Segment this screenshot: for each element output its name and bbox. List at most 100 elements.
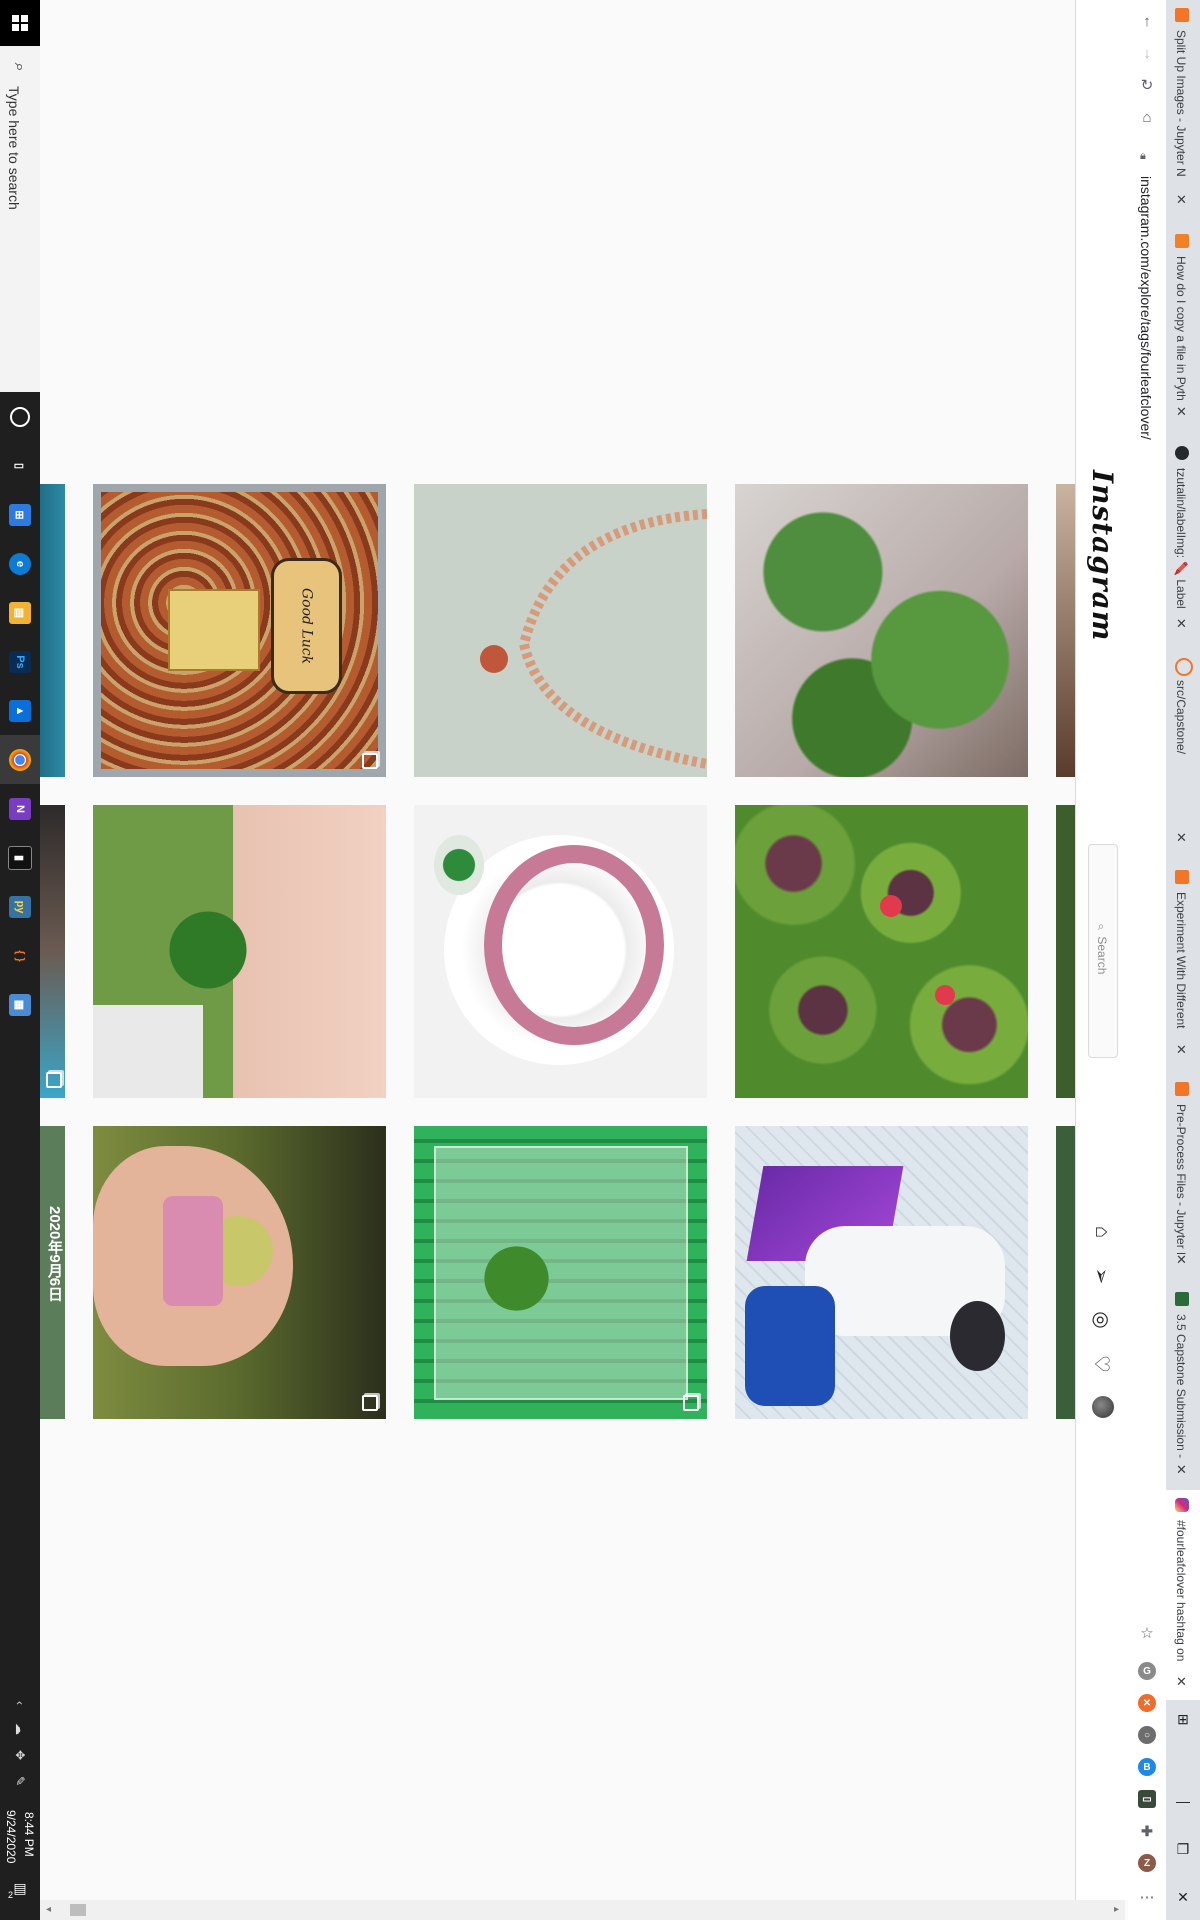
home-icon[interactable]: ⌂ bbox=[1088, 1218, 1116, 1246]
tab-title: How do I copy a file in Pyth bbox=[1174, 256, 1188, 401]
multiple-photos-icon bbox=[46, 1072, 62, 1088]
taskbar-app-4[interactable]: Ps bbox=[0, 637, 40, 686]
forward-arrow-icon[interactable]: ↓ bbox=[1136, 42, 1158, 64]
activity-heart-icon[interactable]: ♡ bbox=[1088, 1350, 1116, 1378]
taskbar-app-7[interactable]: N bbox=[0, 784, 40, 833]
extension-circle-icon[interactable]: ○ bbox=[1138, 1726, 1156, 1744]
post-clover-figurine[interactable] bbox=[93, 1126, 386, 1419]
close-tab-icon[interactable]: ✕ bbox=[1176, 1252, 1187, 1268]
minimize-window-icon[interactable]: — bbox=[1172, 1790, 1194, 1812]
taskbar-app-6[interactable]: ◉ bbox=[0, 735, 40, 784]
scrollbar-thumb[interactable] bbox=[70, 1904, 86, 1916]
tab-pre-process[interactable]: Pre-Process Files - Jupyter N ✕ bbox=[1166, 1074, 1200, 1270]
pen-icon[interactable]: ✎ bbox=[7, 1761, 33, 1801]
card-text: Good Luck bbox=[298, 587, 315, 665]
clover-photo bbox=[163, 905, 253, 995]
tab-copy-file-python[interactable]: How do I copy a file in Pyth ✕ bbox=[1166, 226, 1200, 422]
jupyter-favicon-icon bbox=[1175, 1082, 1189, 1096]
menu-dots-icon[interactable]: ⋯ bbox=[1136, 1886, 1158, 1908]
profile-avatar-icon[interactable]: Z bbox=[1138, 1854, 1156, 1872]
taskbar-app-5[interactable]: ▲ bbox=[0, 686, 40, 735]
close-window-icon[interactable]: ✕ bbox=[1172, 1886, 1194, 1908]
post-partial-right-3[interactable] bbox=[1056, 1126, 1075, 1419]
taskbar-app-11[interactable]: ▦ bbox=[0, 980, 40, 1029]
extension-x-icon[interactable]: ✕ bbox=[1138, 1694, 1156, 1712]
clover-patch-photo bbox=[735, 805, 1028, 1098]
instagram-search-input[interactable]: ⌕ Search bbox=[1088, 844, 1118, 1058]
tab-fourleafclover-active[interactable]: #fourleafclover hashtag on ✕ bbox=[1166, 1490, 1200, 1700]
post-partial-right-1[interactable] bbox=[1056, 484, 1075, 777]
direct-messages-icon[interactable]: ➢ bbox=[1088, 1262, 1116, 1290]
clover-charm-photo bbox=[434, 835, 484, 895]
taskbar-app-9[interactable]: py bbox=[0, 882, 40, 931]
taskbar-app-0[interactable]: ▯ bbox=[0, 441, 40, 490]
close-tab-icon[interactable]: ✕ bbox=[1176, 1042, 1187, 1058]
explore-compass-icon[interactable]: ◎ bbox=[1088, 1306, 1116, 1334]
system-tray: ‹ ☁ ✥ ✎ bbox=[0, 1690, 40, 1794]
home-icon[interactable]: ⌂ bbox=[1136, 106, 1158, 128]
multiple-photos-icon bbox=[362, 1395, 378, 1411]
address-bar[interactable]: instagram.com/explore/tags/fourleafclove… bbox=[1138, 176, 1154, 440]
close-tab-icon[interactable]: ✕ bbox=[1176, 404, 1187, 420]
tab-src-capstone[interactable]: src/Capstone/ ✕ bbox=[1166, 650, 1200, 846]
tab-experiment[interactable]: Experiment With Different ✕ bbox=[1166, 862, 1200, 1058]
lock-icon[interactable]: 🔒︎ bbox=[1140, 150, 1146, 163]
post-partial-left-2[interactable] bbox=[40, 805, 65, 1098]
taskbar-app-3[interactable]: ▤ bbox=[0, 588, 40, 637]
taskbar-pinned-apps: ▯ ⊞ e ▤ Ps ▲ ◉ N ▮ py { } ▦ bbox=[0, 392, 40, 1029]
post-partial-left-3[interactable]: 2020年9月6日 bbox=[40, 1126, 65, 1419]
tab-capstone-submission[interactable]: 3.5 Capstone Submission - ✕ bbox=[1166, 1284, 1200, 1480]
taskbar-app-8[interactable]: ▮ bbox=[0, 833, 40, 882]
post-clover-green-tray[interactable] bbox=[414, 1126, 707, 1419]
post-partial-left-1[interactable] bbox=[40, 484, 65, 777]
browser-chrome: ↑ ↓ ↻ ⌂ 🔒︎ instagram.com/explore/tags/fo… bbox=[1128, 0, 1200, 1920]
scroll-right-arrow-icon[interactable]: ▸ bbox=[1114, 1904, 1119, 1915]
post-rose-gold-bracelet[interactable] bbox=[414, 484, 707, 777]
extension-screen-icon[interactable]: ▭ bbox=[1138, 1790, 1156, 1808]
terminal-icon: ▮ bbox=[8, 845, 32, 870]
restore-window-icon[interactable]: ❐ bbox=[1172, 1838, 1194, 1860]
tab-split-up-images[interactable]: Split Up Images - Jupyter N ✕ bbox=[1166, 0, 1200, 212]
profile-avatar[interactable] bbox=[1092, 1396, 1114, 1418]
post-good-luck-card[interactable]: Good Luck bbox=[93, 484, 386, 777]
start-menu-button[interactable] bbox=[0, 0, 40, 46]
windows-logo-icon bbox=[12, 15, 28, 31]
instagram-logo[interactable]: Instagram bbox=[1086, 470, 1119, 641]
close-tab-icon[interactable]: ✕ bbox=[1176, 1674, 1187, 1690]
notification-icon: ▤ bbox=[13, 1880, 27, 1896]
scroll-left-arrow-icon[interactable]: ◂ bbox=[46, 1904, 51, 1915]
bookmark-star-icon[interactable]: ☆ bbox=[1136, 1622, 1158, 1644]
post-partial-right-2[interactable] bbox=[1056, 805, 1075, 1098]
jupyter-favicon-icon bbox=[1175, 870, 1189, 884]
taskbar-app-1[interactable]: ⊞ bbox=[0, 490, 40, 539]
post-purple-clover-flowers[interactable] bbox=[735, 805, 1028, 1098]
new-tab-icon[interactable]: ⊞ bbox=[1172, 1708, 1194, 1730]
post-clover-pot[interactable] bbox=[735, 484, 1028, 777]
jupyter-favicon-icon bbox=[1175, 658, 1193, 676]
post-clover-in-fingers[interactable] bbox=[93, 805, 386, 1098]
extensions-puzzle-icon[interactable]: ✚ bbox=[1138, 1822, 1156, 1840]
action-center-button[interactable]: ▤ 2 bbox=[8, 1880, 32, 1904]
extension-b-icon[interactable]: B bbox=[1138, 1758, 1156, 1776]
horizontal-scrollbar[interactable]: ◂ ▸ bbox=[40, 1900, 1125, 1920]
close-tab-icon[interactable]: ✕ bbox=[1176, 192, 1187, 208]
post-purple-laptop[interactable] bbox=[735, 1126, 1028, 1419]
taskbar-app-2[interactable]: e bbox=[0, 539, 40, 588]
chrome-icon: ◉ bbox=[9, 748, 31, 771]
post-pink-bracelet[interactable] bbox=[414, 805, 707, 1098]
figurine-body-photo bbox=[163, 1196, 223, 1306]
taskbar-clock[interactable]: 8:44 PM 9/24/2020 bbox=[0, 1808, 40, 1888]
reload-icon[interactable]: ↻ bbox=[1136, 74, 1158, 96]
shirt-photo bbox=[93, 1005, 203, 1098]
close-tab-icon[interactable]: ✕ bbox=[1176, 830, 1187, 846]
tab-labelimg[interactable]: tzutalin/labelImg: 🖍️ Label ✕ bbox=[1166, 438, 1200, 634]
taskbar-app-10[interactable]: { } bbox=[0, 931, 40, 980]
close-tab-icon[interactable]: ✕ bbox=[1176, 1462, 1187, 1478]
close-tab-icon[interactable]: ✕ bbox=[1176, 616, 1187, 632]
back-arrow-icon[interactable]: ↑ bbox=[1136, 10, 1158, 32]
cortana-button[interactable] bbox=[0, 392, 40, 441]
instagram-explore-grid: 2020年9月6日 Good Luck bbox=[40, 0, 1075, 1920]
browser-toolbar: ↑ ↓ ↻ ⌂ 🔒︎ instagram.com/explore/tags/fo… bbox=[1128, 0, 1166, 1920]
extension-g-icon[interactable]: G bbox=[1138, 1662, 1156, 1680]
taskbar-search-box[interactable]: ⌕ Type here to search bbox=[0, 46, 41, 392]
